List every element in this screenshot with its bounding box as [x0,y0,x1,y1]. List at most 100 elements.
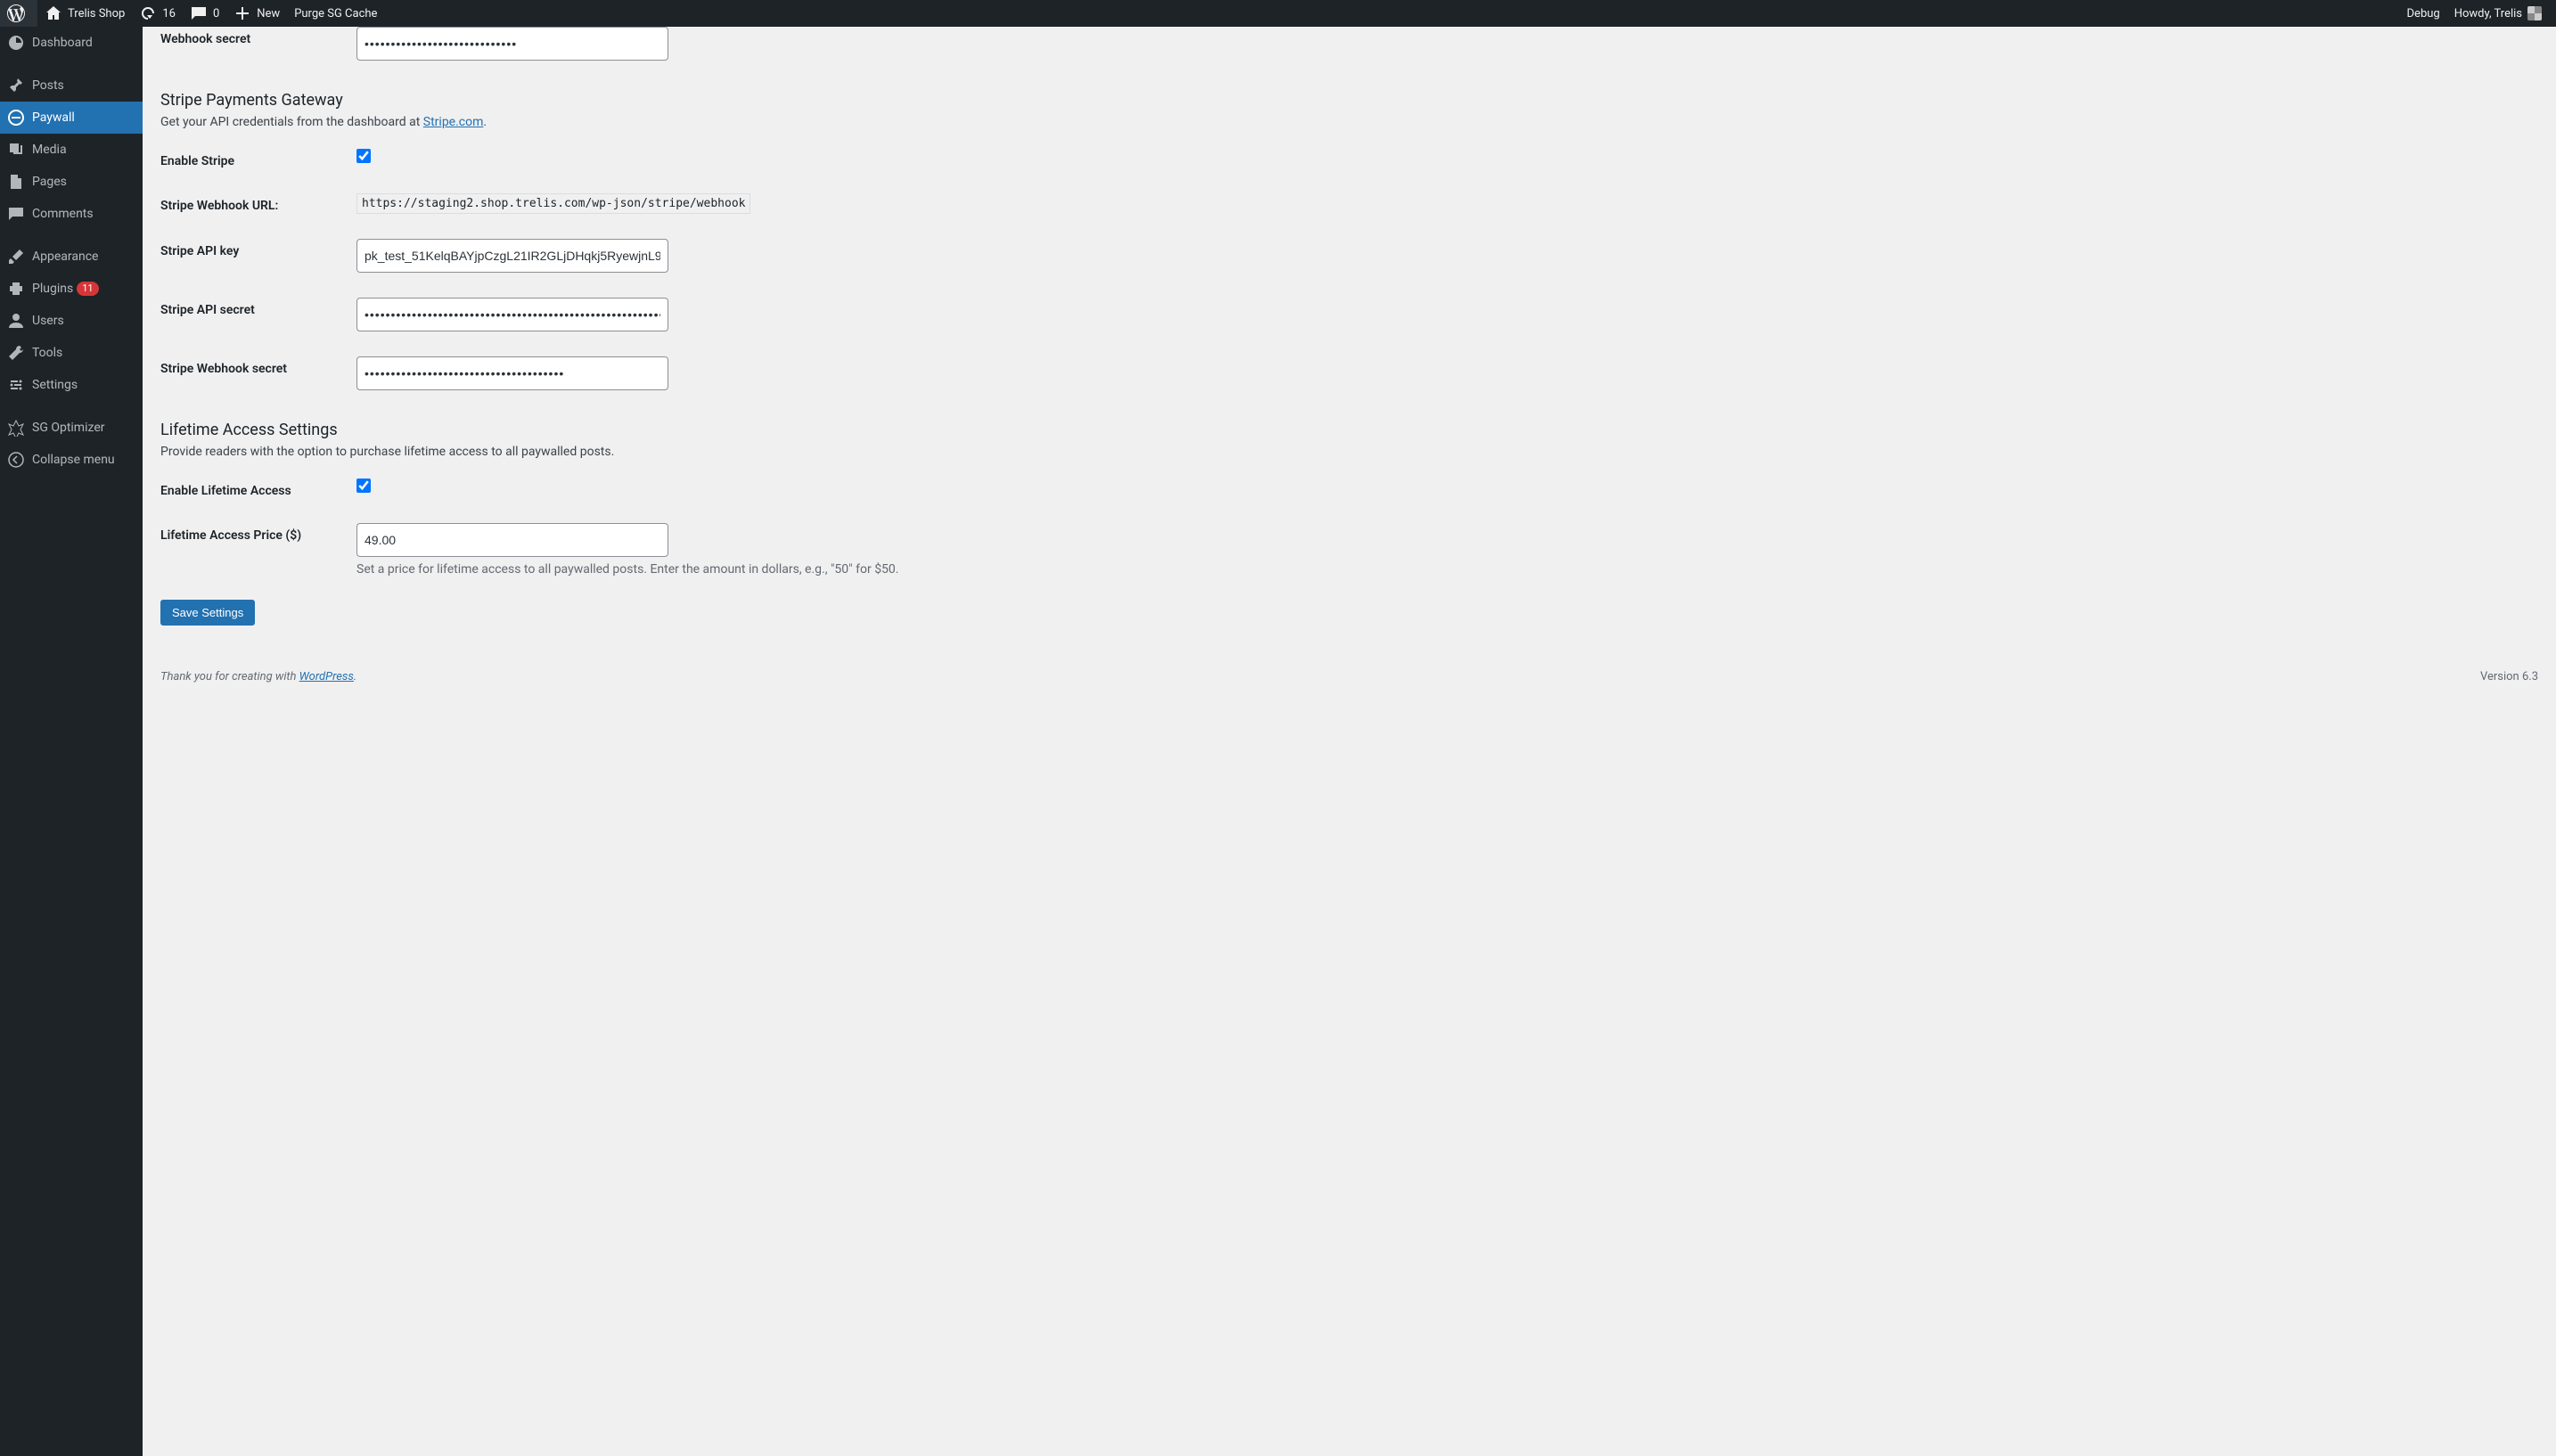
update-icon [139,4,157,22]
admin-toolbar: Trelis Shop 16 0 New Purge SG Cache Debu… [0,0,2556,27]
row-stripe-webhook-url: Stripe Webhook URL: https://staging2.sho… [160,181,2538,226]
footer-thanks: Thank you for creating with WordPress. [160,670,356,683]
purge-cache-link[interactable]: Purge SG Cache [287,0,384,27]
new-text: New [257,7,280,20]
sidebar-item-settings[interactable]: Settings [0,369,143,401]
stripe-api-secret-input[interactable] [356,298,668,331]
sidebar-label: SG Optimizer [32,421,104,435]
new-link[interactable]: New [226,0,287,27]
lifetime-price-help: Set a price for lifetime access to all p… [356,562,2538,577]
tools-icon [7,344,25,362]
stripe-api-key-label: Stripe API key [160,239,356,258]
dashboard-icon [7,34,25,52]
sidebar-label: Users [32,314,64,328]
sidebar-label: Settings [32,378,78,392]
debug-text: Debug [2407,7,2440,20]
user-icon [7,312,25,330]
row-webhook-secret: Webhook secret [160,27,2538,73]
settings-icon [7,376,25,394]
sidebar-label: Media [32,143,67,157]
stripe-webhook-url-label: Stripe Webhook URL: [160,193,356,213]
sidebar-item-comments[interactable]: Comments [0,198,143,230]
sidebar-label: Pages [32,175,67,189]
lifetime-price-input[interactable] [356,523,668,557]
stripe-section-heading: Stripe Payments Gateway [160,91,2538,110]
sidebar-label: Comments [32,207,94,221]
sg-icon [7,419,25,437]
purge-cache-text: Purge SG Cache [294,7,377,20]
admin-toolbar-left: Trelis Shop 16 0 New Purge SG Cache [0,0,2400,27]
media-icon [7,141,25,159]
sidebar-item-sg-optimizer[interactable]: SG Optimizer [0,412,143,444]
sidebar-label: Plugins [32,282,73,296]
lifetime-price-label: Lifetime Access Price ($) [160,523,356,543]
sidebar-label: Paywall [32,110,75,125]
stripe-api-key-input[interactable] [356,239,668,273]
sidebar-item-plugins[interactable]: Plugins 11 [0,273,143,305]
wordpress-link[interactable]: WordPress [299,670,354,683]
stripe-link[interactable]: Stripe.com [423,115,484,129]
avatar [2527,6,2542,20]
pin-icon [7,77,25,94]
enable-stripe-checkbox[interactable] [356,149,371,163]
collapse-icon [7,451,25,469]
sidebar-item-posts[interactable]: Posts [0,70,143,102]
enable-stripe-label: Enable Stripe [160,149,356,168]
webhook-secret-input[interactable] [356,27,668,61]
stripe-api-secret-label: Stripe API secret [160,298,356,317]
updates-count: 16 [162,7,176,20]
row-enable-lifetime: Enable Lifetime Access [160,466,2538,511]
site-name-link[interactable]: Trelis Shop [37,0,132,27]
row-stripe-api-secret: Stripe API secret [160,285,2538,344]
wp-logo[interactable] [0,0,37,27]
save-settings-button[interactable]: Save Settings [160,600,255,626]
stripe-webhook-url-value: https://staging2.shop.trelis.com/wp-json… [356,193,750,214]
lifetime-section-desc: Provide readers with the option to purch… [160,445,2538,459]
comments-count: 0 [213,7,219,20]
sidebar-label: Collapse menu [32,453,115,467]
footer-version: Version 6.3 [2480,670,2538,683]
row-enable-stripe: Enable Stripe [160,136,2538,181]
sidebar-item-users[interactable]: Users [0,305,143,337]
paywall-icon [7,109,25,127]
sidebar-item-paywall[interactable]: Paywall [0,102,143,134]
row-stripe-webhook-secret: Stripe Webhook secret [160,344,2538,403]
sidebar-item-media[interactable]: Media [0,134,143,166]
sidebar-item-pages[interactable]: Pages [0,166,143,198]
comment-icon [190,4,208,22]
stripe-section-desc: Get your API credentials from the dashbo… [160,115,2538,129]
sidebar-item-collapse[interactable]: Collapse menu [0,444,143,476]
plugin-update-badge: 11 [77,282,98,296]
account-link[interactable]: Howdy, Trelis [2447,0,2549,27]
plugin-icon [7,280,25,298]
sidebar-label: Appearance [32,249,98,264]
debug-link[interactable]: Debug [2400,0,2447,27]
updates-link[interactable]: 16 [132,0,183,27]
stripe-webhook-secret-label: Stripe Webhook secret [160,356,356,376]
sidebar-item-dashboard[interactable]: Dashboard [0,27,143,59]
main-content: Webhook secret Stripe Payments Gateway G… [143,27,2556,1456]
howdy-text: Howdy, Trelis [2454,7,2522,20]
enable-lifetime-label: Enable Lifetime Access [160,479,356,498]
comments-link[interactable]: 0 [183,0,226,27]
sidebar-label: Dashboard [32,36,93,50]
enable-lifetime-checkbox[interactable] [356,479,371,493]
home-icon [45,4,62,22]
sidebar-label: Posts [32,78,64,93]
admin-toolbar-right: Debug Howdy, Trelis [2400,0,2556,27]
stripe-webhook-secret-input[interactable] [356,356,668,390]
page-icon [7,173,25,191]
sidebar-item-appearance[interactable]: Appearance [0,241,143,273]
lifetime-section-heading: Lifetime Access Settings [160,421,2538,439]
sidebar-item-tools[interactable]: Tools [0,337,143,369]
plus-icon [233,4,251,22]
webhook-secret-label: Webhook secret [160,27,356,46]
sidebar-label: Tools [32,346,62,360]
site-name-text: Trelis Shop [68,7,125,20]
admin-footer: Thank you for creating with WordPress. V… [160,652,2538,692]
row-lifetime-price: Lifetime Access Price ($) Set a price fo… [160,511,2538,589]
wordpress-icon [7,4,25,22]
brush-icon [7,248,25,266]
row-stripe-api-key: Stripe API key [160,226,2538,285]
comment-icon [7,205,25,223]
